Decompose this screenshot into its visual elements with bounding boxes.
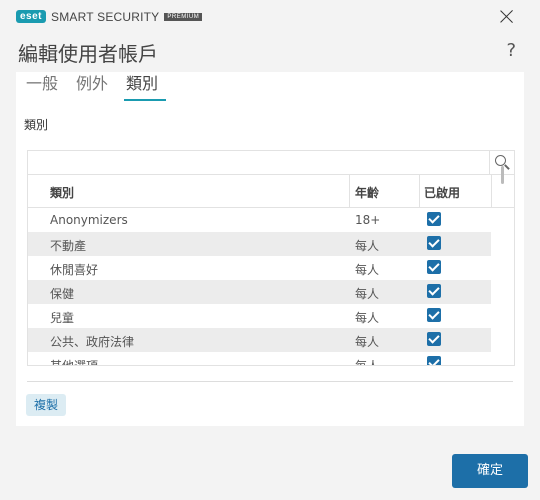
column-divider: [491, 175, 492, 207]
table-row[interactable]: 保健 每人: [28, 280, 491, 304]
category-cell: 休閒喜好: [50, 263, 99, 277]
close-icon[interactable]: [498, 7, 516, 25]
table-row[interactable]: 休閒喜好 每人: [28, 256, 491, 280]
enabled-checkbox[interactable]: [427, 356, 441, 365]
tab-bar: 一般 例外 類別: [24, 72, 174, 101]
brand-badge: eset: [16, 10, 47, 23]
table-header: 類別 年齡 已啟用: [28, 175, 514, 208]
help-icon[interactable]: ?: [506, 40, 516, 61]
enabled-checkbox[interactable]: [427, 308, 441, 322]
table-row[interactable]: 不動產 每人: [28, 232, 491, 256]
search-input[interactable]: [28, 151, 514, 175]
enabled-checkbox[interactable]: [427, 212, 441, 226]
page-title: 編輯使用者帳戶: [18, 42, 158, 66]
section-label: 類別: [24, 118, 49, 132]
age-cell: 每人: [355, 311, 380, 325]
divider: [27, 381, 513, 382]
eset-logo: eset SMART SECURITY PREMIUM: [16, 9, 203, 24]
table-row[interactable]: 兒童 每人: [28, 304, 491, 328]
copy-button[interactable]: 複製: [26, 394, 67, 416]
table-scrollbar[interactable]: [492, 166, 514, 365]
column-header-age[interactable]: 年齡: [355, 184, 379, 201]
tab-general[interactable]: 一般: [24, 72, 66, 99]
tab-exceptions[interactable]: 例外: [74, 72, 116, 99]
enabled-checkbox[interactable]: [427, 284, 441, 298]
category-cell: Anonymizers: [50, 213, 128, 227]
enabled-checkbox[interactable]: [427, 332, 441, 346]
enabled-checkbox[interactable]: [427, 260, 441, 274]
column-divider: [419, 175, 420, 207]
title-bar: eset SMART SECURITY PREMIUM: [0, 0, 540, 34]
content-panel: 一般 例外 類別 類別 類別 年齡 已啟用 Anonymizers 18+ 不動…: [16, 72, 524, 426]
table-row[interactable]: 公共、政府法律 每人: [28, 328, 491, 352]
table-row[interactable]: Anonymizers 18+: [28, 208, 491, 232]
category-table: 類別 年齡 已啟用 Anonymizers 18+ 不動產 每人 休閒喜好 每人: [27, 150, 515, 366]
age-cell: 每人: [355, 263, 380, 277]
category-cell: 公共、政府法律: [50, 335, 135, 349]
age-cell: 每人: [355, 335, 380, 349]
table-row[interactable]: 其他選項 每人: [28, 352, 491, 366]
enabled-checkbox[interactable]: [427, 236, 441, 250]
edition-badge: PREMIUM: [164, 12, 203, 21]
column-header-category[interactable]: 類別: [50, 184, 74, 201]
category-cell: 不動產: [50, 239, 87, 253]
age-cell: 18+: [355, 213, 381, 227]
scrollbar-thumb[interactable]: [501, 166, 504, 184]
table-body: Anonymizers 18+ 不動產 每人 休閒喜好 每人 保健 每人 兒童: [28, 208, 491, 366]
ok-button[interactable]: 確定: [452, 454, 528, 488]
tab-categories[interactable]: 類別: [124, 72, 167, 101]
column-header-enabled[interactable]: 已啟用: [424, 184, 460, 201]
product-name: SMART SECURITY: [51, 9, 160, 24]
age-cell: 每人: [355, 239, 380, 253]
age-cell: 每人: [355, 287, 380, 301]
category-cell: 其他選項: [50, 359, 99, 366]
column-divider: [349, 175, 350, 207]
category-cell: 保健: [50, 287, 75, 301]
age-cell: 每人: [355, 359, 380, 366]
category-cell: 兒童: [50, 311, 75, 325]
